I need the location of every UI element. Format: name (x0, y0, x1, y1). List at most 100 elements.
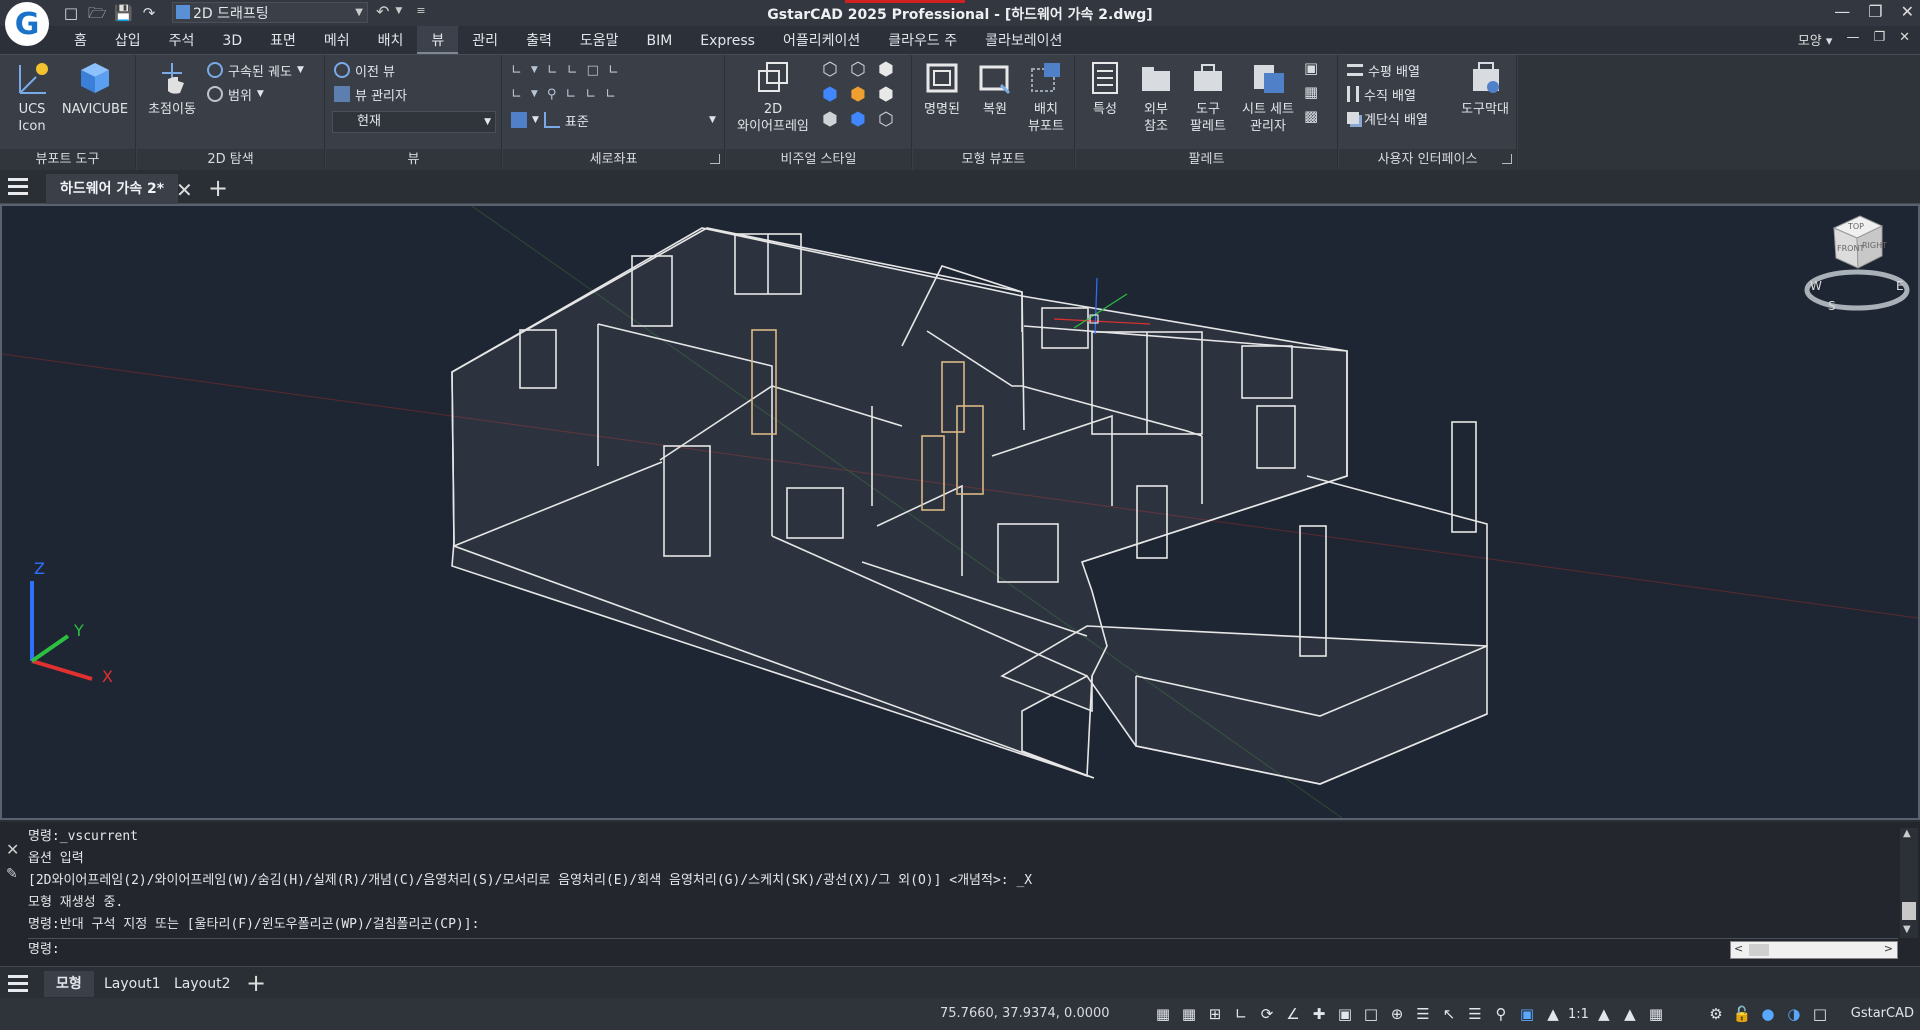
quick-properties-icon[interactable]: ▦ (1645, 1004, 1667, 1024)
current-view-select[interactable]: 현재 ▼ (332, 111, 496, 133)
doc-minimize-icon[interactable]: — (1846, 30, 1859, 49)
ucs-z-icon[interactable]: ∟ (605, 87, 616, 102)
layers-icon[interactable]: ☰ (1464, 1004, 1486, 1024)
ribbon-tab[interactable]: 홈 (60, 26, 101, 54)
ribbon-tab[interactable]: 콜라보레이션 (971, 26, 1076, 54)
restore-viewports-button[interactable]: 복원 (971, 59, 1019, 118)
ribbon-tab[interactable]: 메쉬 (310, 26, 364, 54)
ucs-zaxis-icon[interactable]: ∟ (567, 63, 578, 78)
object-snap-icon[interactable]: ▣ (1334, 1004, 1356, 1024)
annotation-scale-icon[interactable]: ▲ (1542, 1004, 1564, 1024)
ribbon-tab[interactable]: 도움말 (566, 26, 633, 54)
ribbon-tab[interactable]: 배치 (364, 26, 418, 54)
ribbon-tab[interactable]: 표면 (256, 26, 310, 54)
scroll-left-icon[interactable]: < (1734, 942, 1743, 955)
undo-icon[interactable]: ↶ (376, 2, 389, 21)
app-logo[interactable]: G (5, 2, 49, 46)
quick-view-icon[interactable]: ⚲ (1490, 1004, 1512, 1024)
ribbon-tab[interactable]: 출력 (512, 26, 566, 54)
ucs-y-icon[interactable]: ∟ (585, 87, 596, 102)
ucs-world-icon[interactable]: ∟ (511, 63, 522, 78)
auto-scale-icon[interactable]: ▲ (1619, 1004, 1641, 1024)
polar-tracking-icon[interactable]: ⟳ (1256, 1004, 1278, 1024)
orbit-button[interactable]: 구속된 궤도 ▼ (207, 59, 304, 81)
named-viewports-button[interactable]: 명명된 (917, 59, 967, 118)
sheet-set-button[interactable]: 시트 세트 관리자 (1236, 59, 1300, 135)
model-space-icon[interactable]: ▣ (1516, 1004, 1538, 1024)
customize-command-icon[interactable]: ✎ (6, 866, 18, 882)
save-as-icon[interactable]: ↷ (140, 4, 158, 22)
toolbars-button[interactable]: 도구막대 (1455, 59, 1515, 118)
command-horizontal-scrollbar[interactable]: < > (1730, 941, 1898, 959)
wireframe-style-icon[interactable]: ⬡ (822, 59, 850, 80)
ribbon-tab[interactable]: 주석 (155, 26, 209, 54)
xray-style-icon[interactable]: ⬢ (850, 109, 878, 130)
annotation-scale-label[interactable]: 1:1 (1568, 1007, 1589, 1022)
selection-cycling-icon[interactable]: ↖ (1438, 1004, 1460, 1024)
annotation-visibility-icon[interactable]: ▲ (1593, 1004, 1615, 1024)
command-line-icon[interactable]: ▣ (1304, 59, 1318, 77)
shaded-style-icon[interactable]: ⬢ (850, 84, 878, 105)
ribbon-tab[interactable]: 삽입 (101, 26, 155, 54)
object-snap-tracking-icon[interactable]: ✚ (1308, 1004, 1330, 1024)
calculator-icon[interactable]: ▦ (1304, 83, 1318, 101)
document-tab[interactable]: 하드웨어 가속 2* (46, 174, 179, 204)
open-folder-icon[interactable]: 🗁 (88, 4, 107, 22)
conceptual-style-icon[interactable]: ⬢ (822, 84, 850, 105)
hscroll-thumb[interactable] (1749, 944, 1769, 956)
ribbon-tab[interactable]: 뷰 (417, 26, 459, 54)
tile-horizontal-button[interactable]: 수평 배열 (1347, 59, 1420, 81)
ribbon-tab[interactable]: 클라우드 주 (874, 26, 971, 54)
scroll-right-icon[interactable]: > (1884, 942, 1893, 955)
style-manager-icon[interactable]: ⬡ (878, 109, 906, 130)
tab-layout2[interactable]: Layout2 (162, 971, 243, 997)
xref-button[interactable]: 외부 참조 (1132, 59, 1180, 135)
sketchy-style-icon[interactable]: ⬢ (822, 109, 850, 130)
new-file-icon[interactable]: □ (62, 4, 80, 22)
clean-screen-icon[interactable]: □ (1809, 1004, 1831, 1024)
infer-constraints-icon[interactable]: ⊞ (1204, 1004, 1226, 1024)
appearance-menu[interactable]: 모양 ▾ (1798, 30, 1833, 49)
ucs-origin-icon[interactable]: ∟ (547, 63, 558, 78)
wireframe-2d-button[interactable]: 2D 와이어프레임 (730, 59, 816, 135)
ribbon-tab[interactable]: Express (686, 26, 769, 54)
command-input[interactable]: 명령: (28, 938, 1898, 960)
tab-layout1[interactable]: Layout1 (92, 971, 173, 997)
doc-close-icon[interactable]: ✕ (1899, 30, 1910, 49)
scroll-up-icon[interactable]: ▲ (1903, 828, 1911, 839)
new-layout-icon[interactable]: + (246, 969, 266, 997)
ribbon-tab[interactable]: 3D (208, 26, 256, 54)
minimize-icon[interactable]: — (1834, 2, 1850, 21)
restore-icon[interactable]: ❐ (1868, 2, 1882, 21)
tab-model[interactable]: 모형 (44, 971, 94, 997)
ucs-named-icon[interactable] (511, 112, 527, 128)
isometric-icon[interactable]: ∠ (1282, 1004, 1304, 1024)
workspace-select[interactable]: 2D 드래프팅 ▼ (172, 2, 368, 23)
close-icon[interactable]: ✕ (1901, 2, 1914, 21)
chevron-down-icon[interactable]: ▼ (531, 89, 538, 99)
customize-qat-icon[interactable]: ≡ (416, 2, 425, 21)
drawing-viewport[interactable]: Z X Y TOP FRONT RIGHT S W E (0, 204, 1920, 820)
undo-dropdown-icon[interactable]: ▼ (395, 2, 402, 21)
close-tab-icon[interactable]: ✕ (176, 178, 193, 202)
chevron-down-icon[interactable]: ▼ (709, 115, 716, 125)
extents-button[interactable]: 범위 ▼ (207, 83, 264, 105)
panel-launcher-icon[interactable] (1502, 154, 1512, 164)
save-icon[interactable]: 💾 (114, 4, 133, 22)
doc-restore-icon[interactable]: ❐ (1873, 30, 1885, 49)
snap-grid-icon[interactable]: ▦ (1178, 1004, 1200, 1024)
ucs-3point-icon[interactable]: ∟ (511, 87, 522, 102)
ucs-object-icon[interactable]: ∟ (608, 63, 619, 78)
ribbon-tab[interactable]: 관리 (458, 26, 512, 54)
panel-launcher-icon[interactable] (710, 154, 720, 164)
dynamic-ucs-icon[interactable]: ⊕ (1386, 1004, 1408, 1024)
cascade-button[interactable]: 계단식 배열 (1347, 107, 1428, 129)
layout-tabs-menu-icon[interactable] (8, 975, 28, 993)
scroll-thumb[interactable] (1902, 902, 1916, 920)
ucs-standard-label[interactable]: 표준 (565, 111, 589, 130)
settings-gear-icon[interactable]: ⚙ (1705, 1004, 1727, 1024)
pan-button[interactable]: 초점이동 (141, 59, 203, 118)
gray-style-icon[interactable]: ⬢ (878, 84, 906, 105)
view-manager-button[interactable]: 뷰 관리자 (334, 83, 407, 105)
grid-display-icon[interactable]: ▦ (1152, 1004, 1174, 1024)
